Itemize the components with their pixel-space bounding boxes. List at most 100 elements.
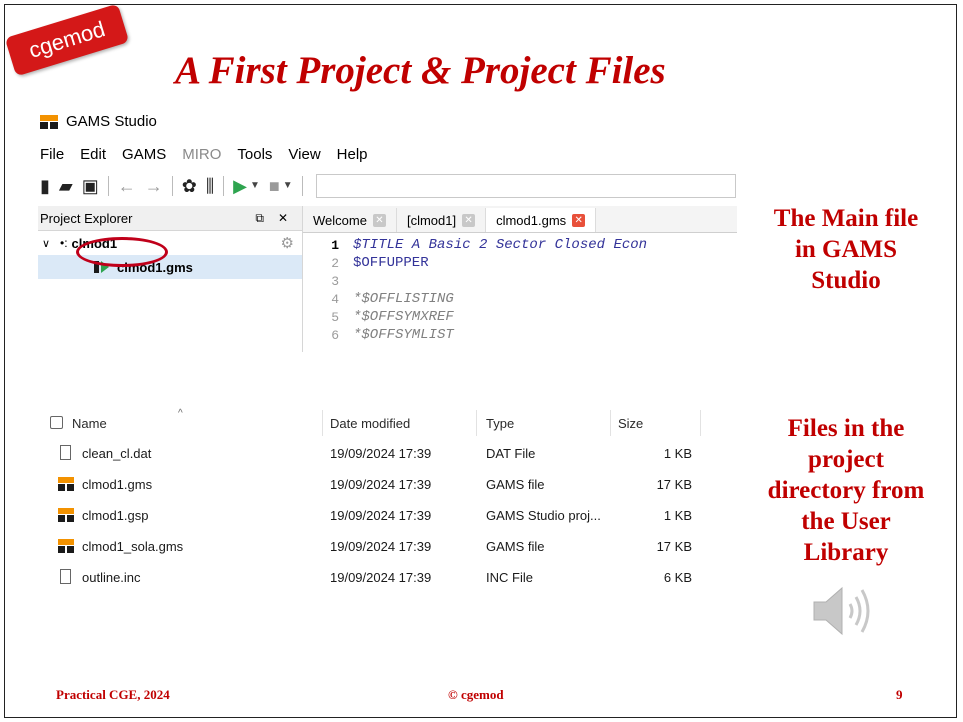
code-line: 5 *$OFFSYMXREF: [303, 308, 737, 326]
menu-file[interactable]: File: [40, 146, 64, 163]
line-number: 2: [331, 255, 339, 271]
document-icon: [60, 445, 71, 460]
tab-welcome[interactable]: Welcome ✕: [303, 208, 397, 232]
code-line: 3: [303, 272, 737, 290]
tab-label: [clmod1]: [406, 212, 457, 228]
app-title: GAMS Studio: [66, 113, 157, 130]
forward-arrow-icon[interactable]: →: [145, 172, 163, 200]
line-number: 1: [331, 237, 339, 253]
sort-ascending-icon: ^: [178, 408, 183, 419]
file-date: 19/09/2024 17:39: [330, 446, 432, 461]
file-type: DAT File: [486, 446, 536, 461]
menu-view[interactable]: View: [288, 146, 320, 163]
gams-file-icon: [58, 477, 74, 491]
file-list-header: ^ Name Date modified Type Size: [40, 408, 736, 436]
col-name[interactable]: Name: [72, 416, 107, 431]
run-dropdown-icon[interactable]: ▼: [250, 172, 260, 200]
side-note-line: The Main file: [773, 205, 919, 232]
col-date-modified[interactable]: Date modified: [330, 416, 410, 431]
toolbar-separator: [171, 176, 173, 196]
side-note-line: Studio: [811, 267, 881, 294]
tab-main-file[interactable]: clmod1.gms ✕: [486, 208, 597, 232]
menu-gams[interactable]: GAMS: [122, 146, 166, 163]
line-number: 4: [331, 291, 339, 307]
file-size: 17 KB: [656, 477, 692, 492]
select-all-checkbox[interactable]: [50, 416, 63, 429]
line-number: 6: [331, 327, 339, 343]
float-panel-icon[interactable]: ⧉: [255, 211, 264, 226]
chevron-down-icon[interactable]: ∨: [42, 237, 56, 250]
column-divider: [700, 410, 701, 436]
stop-dropdown-icon[interactable]: ▼: [283, 172, 293, 200]
code-line: 2 $OFFUPPER: [303, 254, 737, 272]
footer-left: Practical CGE, 2024: [56, 687, 170, 702]
col-type[interactable]: Type: [486, 416, 514, 431]
toolbar-separator: [301, 176, 303, 196]
settings-gear-icon[interactable]: ✿: [182, 172, 197, 200]
side-note-line: in GAMS: [794, 236, 898, 263]
side-note-line: the User: [801, 508, 891, 535]
editor-tabs: Welcome ✕ [clmod1] ✕ clmod1.gms ✕: [303, 206, 737, 233]
line-number: 3: [331, 273, 339, 289]
file-date: 19/09/2024 17:39: [330, 570, 432, 585]
back-arrow-icon[interactable]: ←: [118, 172, 136, 200]
toolbar-separator: [107, 176, 109, 196]
gams-file-icon: [58, 508, 74, 522]
file-row[interactable]: clmod1_sola.gms 19/09/2024 17:39 GAMS fi…: [40, 536, 736, 558]
file-type: GAMS file: [486, 539, 545, 554]
close-icon[interactable]: ✕: [372, 213, 386, 227]
project-icon: •:: [60, 236, 68, 250]
file-type: GAMS file: [486, 477, 545, 492]
project-settings-gear-icon[interactable]: ⚙: [281, 234, 294, 252]
model-library-icon[interactable]: ⫼: [206, 172, 214, 200]
file-row[interactable]: clmod1.gms 19/09/2024 17:39 GAMS file 17…: [40, 474, 736, 496]
menu-bar: File Edit GAMS MIRO Tools View Help: [40, 146, 384, 163]
menu-miro[interactable]: MIRO: [182, 146, 221, 163]
tree-file-row[interactable]: clmod1.gms: [38, 255, 302, 279]
line-number: 5: [331, 309, 339, 325]
column-divider: [610, 410, 611, 436]
code-text: *$OFFLISTING: [353, 291, 454, 307]
file-row[interactable]: clmod1.gsp 19/09/2024 17:39 GAMS Studio …: [40, 505, 736, 527]
project-explorer-title: Project Explorer: [40, 210, 133, 226]
menu-help[interactable]: Help: [337, 146, 368, 163]
file-name: clmod1_sola.gms: [82, 539, 184, 554]
footer-center: © cgemod: [448, 687, 504, 702]
column-divider: [322, 410, 323, 436]
side-note-line: directory from: [767, 477, 925, 504]
stop-icon[interactable]: ■: [269, 172, 280, 200]
save-icon[interactable]: ▣: [82, 172, 99, 200]
file-size: 1 KB: [663, 446, 692, 461]
code-text: *$OFFSYMLIST: [353, 327, 454, 343]
file-name: clmod1.gms: [82, 477, 153, 492]
file-type: INC File: [486, 570, 533, 585]
menu-edit[interactable]: Edit: [80, 146, 106, 163]
menu-tools[interactable]: Tools: [237, 146, 272, 163]
code-text: $OFFUPPER: [353, 255, 429, 271]
code-line: 6 *$OFFSYMLIST: [303, 326, 737, 344]
close-icon[interactable]: ✕: [572, 213, 586, 227]
speaker-icon[interactable]: [810, 584, 876, 638]
tab-label: clmod1.gms: [496, 212, 567, 228]
side-note-line: Library: [803, 539, 889, 566]
side-note-line: Files in the: [787, 415, 905, 442]
file-row[interactable]: clean_cl.dat 19/09/2024 17:39 DAT File 1…: [40, 443, 736, 465]
file-size: 1 KB: [663, 508, 692, 523]
toolbar-separator: [223, 176, 225, 196]
code-text: $TITLE A Basic 2 Sector Closed Econ: [353, 237, 648, 253]
side-note-line: project: [808, 446, 884, 473]
tab-project-options[interactable]: [clmod1] ✕: [397, 208, 487, 232]
close-icon[interactable]: ✕: [462, 213, 476, 227]
command-line-input[interactable]: [315, 174, 736, 198]
open-folder-icon[interactable]: ▰: [59, 172, 73, 200]
run-icon[interactable]: ▶: [233, 172, 247, 200]
file-row[interactable]: outline.inc 19/09/2024 17:39 INC File 6 …: [40, 567, 736, 589]
col-size[interactable]: Size: [618, 416, 643, 431]
code-line: 4 *$OFFLISTING: [303, 290, 737, 308]
gams-file-icon: [58, 539, 74, 553]
code-area[interactable]: 1 $TITLE A Basic 2 Sector Closed Econ 2 $O…: [303, 233, 737, 344]
new-file-icon[interactable]: ▮: [40, 172, 50, 200]
project-explorer-header: Project Explorer ⧉ ✕: [38, 206, 302, 231]
close-panel-icon[interactable]: ✕: [278, 211, 288, 225]
app-title-bar: GAMS Studio: [40, 113, 157, 130]
